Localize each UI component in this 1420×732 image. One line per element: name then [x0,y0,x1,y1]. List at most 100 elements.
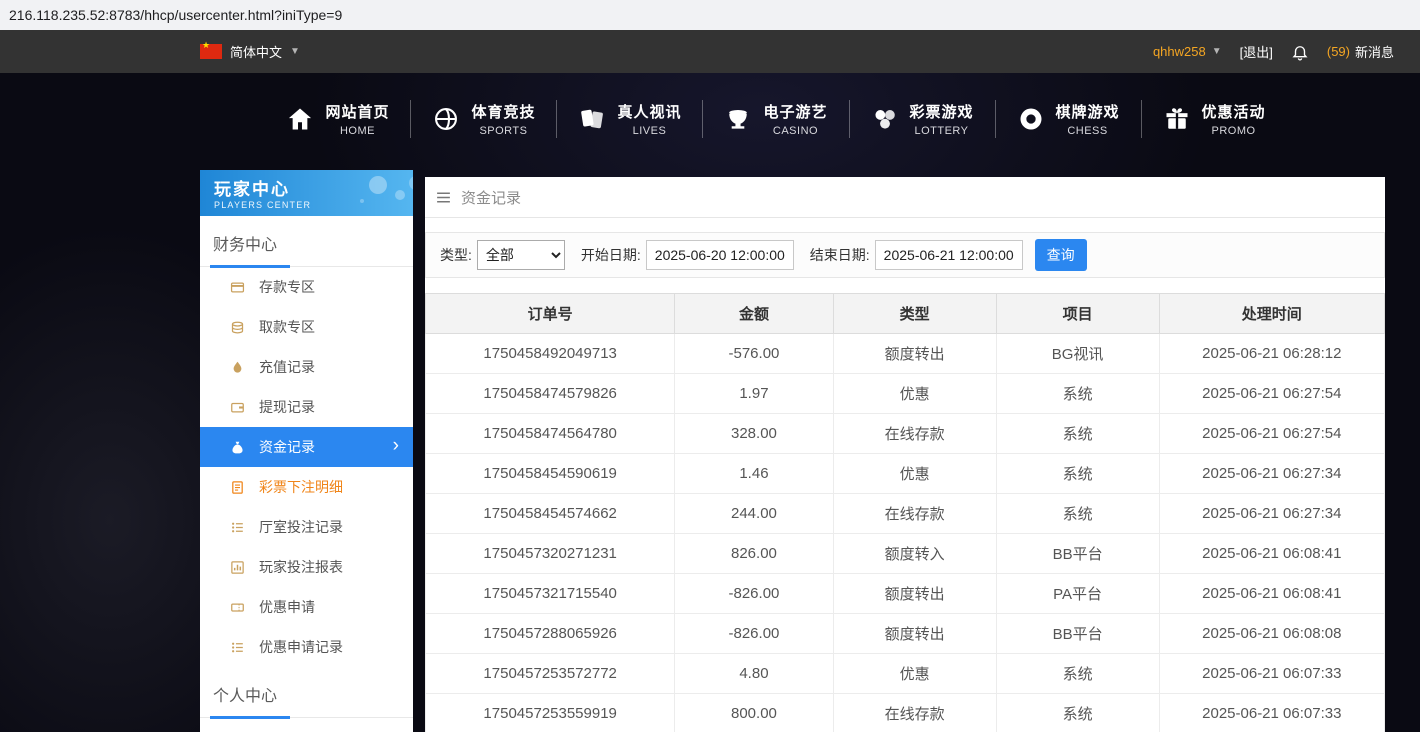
nav-label-en: HOME [325,125,389,137]
sidebar-item[interactable]: 取款专区 [200,307,413,347]
china-flag-icon: ★ [200,44,222,59]
sidebar-item[interactable]: 资金记录 › [200,427,413,467]
sidebar-item[interactable]: 优惠申请记录 [200,627,413,667]
nav-item-lottery[interactable]: 彩票游戏 LOTTERY [850,101,995,137]
sidebar-item-label: 提现记录 [259,397,315,417]
column-header: 处理时间 [1159,294,1384,334]
table-row: 1750458454574662244.00在线存款系统2025-06-21 0… [426,494,1385,534]
nav-item-promo[interactable]: 优惠活动PROMO [1142,101,1287,137]
process-time-cell: 2025-06-21 06:27:54 [1159,374,1384,414]
browser-url-bar[interactable]: 216.118.235.52:8783/hhcp/usercenter.html… [0,0,1420,30]
amount-cell: 1.46 [675,454,833,494]
bell-icon[interactable] [1291,43,1309,61]
nav-label-en: LIVES [617,125,681,137]
type-label: 类型: [440,245,472,265]
project-cell: BB平台 [996,614,1159,654]
nav-label-zh: 体育竞技 [471,101,535,122]
nav-item-text: 棋牌游戏CHESS [1056,101,1120,137]
start-date-label: 开始日期: [581,245,641,265]
sidebar: 玩家中心 PLAYERS CENTER 财务中心存款专区取款专区充值记录提现记录… [200,170,413,732]
sidebar-section-title: 财务中心 [200,216,413,267]
chess-icon [1017,105,1045,133]
funds-table-body: 1750458492049713-576.00额度转出BG视讯2025-06-2… [426,334,1385,732]
account-actions: qhhw258 ▼ [退出] (59) 新消息 [1153,42,1394,61]
type-cell: 优惠 [833,654,996,694]
project-cell: BB平台 [996,534,1159,574]
project-cell: 系统 [996,454,1159,494]
project-cell: 系统 [996,414,1159,454]
sidebar-item-label: 资金记录 [259,437,315,457]
sidebar-item[interactable]: 厅室投注记录 [200,507,413,547]
sidebar-item[interactable]: 玩家投注报表 [200,547,413,587]
start-date-input[interactable] [646,240,794,270]
project-cell: PA平台 [996,574,1159,614]
home-icon [286,105,314,133]
nav-item-chess[interactable]: 棋牌游戏CHESS [996,101,1141,137]
amount-cell: 1.97 [675,374,833,414]
sidebar-item[interactable]: 提现记录 [200,387,413,427]
logout-button[interactable]: [退出] [1240,42,1273,61]
nav-item-casino[interactable]: 电子游艺CASINO [703,101,848,137]
coins-icon [230,320,245,335]
nav-item-home[interactable]: 网站首页HOME [265,101,410,137]
project-cell: BG视讯 [996,334,1159,374]
order-no-cell: 1750457253559919 [426,694,675,732]
type-cell: 优惠 [833,374,996,414]
sidebar-item-label: 厅室投注记录 [259,517,343,537]
sidebar-item[interactable]: 优惠申请 [200,587,413,627]
type-cell: 额度转入 [833,534,996,574]
user-menu[interactable]: qhhw258 ▼ [1153,44,1222,59]
lottery-detail-icon [230,480,245,495]
nav-label-zh: 彩票游戏 [910,101,974,122]
table-row: 1750457321715540-826.00额度转出PA平台2025-06-2… [426,574,1385,614]
process-time-cell: 2025-06-21 06:27:34 [1159,494,1384,534]
nav-label-en: SPORTS [471,125,535,137]
language-label: 简体中文 [230,42,282,61]
sidebar-item-label: 存款专区 [259,277,315,297]
nav-item-sports[interactable]: 体育竞技 SPORTS [411,101,556,137]
process-time-cell: 2025-06-21 06:08:41 [1159,574,1384,614]
filter-bar: 类型: 全部 开始日期: 结束日期: 查询 [425,232,1385,278]
page: 216.118.235.52:8783/hhcp/usercenter.html… [0,0,1420,732]
sidebar-item[interactable]: 彩票下注明细 [200,467,413,507]
sidebar-item-label: 彩票下注明细 [259,477,343,497]
nav-item-lives[interactable]: 真人视讯 LIVES [557,101,702,137]
message-label: 新消息 [1355,42,1394,61]
table-row: 17504572535727724.80优惠系统2025-06-21 06:07… [426,654,1385,694]
menu-lines-icon [435,189,452,206]
end-date-label: 结束日期: [810,245,870,265]
nav-item-text: 体育竞技 SPORTS [471,101,535,137]
page-url: 216.118.235.52:8783/hhcp/usercenter.html… [9,7,342,23]
chevron-right-icon: › [393,435,399,457]
type-select[interactable]: 全部 [477,240,565,270]
table-row: 1750457288065926-826.00额度转出BB平台2025-06-2… [426,614,1385,654]
nav-label-zh: 电子游艺 [763,101,827,122]
sidebar-item[interactable]: 充值记录 [200,347,413,387]
process-time-cell: 2025-06-21 06:27:34 [1159,454,1384,494]
type-cell: 额度转出 [833,614,996,654]
project-cell: 系统 [996,374,1159,414]
sidebar-item-label: 取款专区 [259,317,315,337]
sidebar-item-label: 充值记录 [259,357,315,377]
nav-item-text: 电子游艺CASINO [763,101,827,137]
sidebar-menu: 财务中心存款专区取款专区充值记录提现记录资金记录 › 彩票下注明细厅室投注记录玩家投… [200,216,413,718]
process-time-cell: 2025-06-21 06:07:33 [1159,694,1384,732]
recharge-icon [230,360,245,375]
nav-label-en: LOTTERY [910,125,974,137]
bank-card-icon [230,280,245,295]
amount-cell: 328.00 [675,414,833,454]
nav-item-text: 网站首页HOME [325,101,389,137]
sidebar-item[interactable]: 存款专区 [200,267,413,307]
nav-label-zh: 棋牌游戏 [1056,101,1120,122]
query-button[interactable]: 查询 [1035,239,1087,271]
language-selector[interactable]: ★ 简体中文 ▼ [200,42,300,61]
table-row: 1750457320271231826.00额度转入BB平台2025-06-21… [426,534,1385,574]
lives-icon [578,105,606,133]
column-header: 项目 [996,294,1159,334]
nav-label-zh: 真人视讯 [617,101,681,122]
new-messages-link[interactable]: (59) 新消息 [1327,42,1394,61]
breadcrumb-label: 资金记录 [461,187,521,208]
amount-cell: -826.00 [675,614,833,654]
end-date-input[interactable] [875,240,1023,270]
table-row: 1750458492049713-576.00额度转出BG视讯2025-06-2… [426,334,1385,374]
